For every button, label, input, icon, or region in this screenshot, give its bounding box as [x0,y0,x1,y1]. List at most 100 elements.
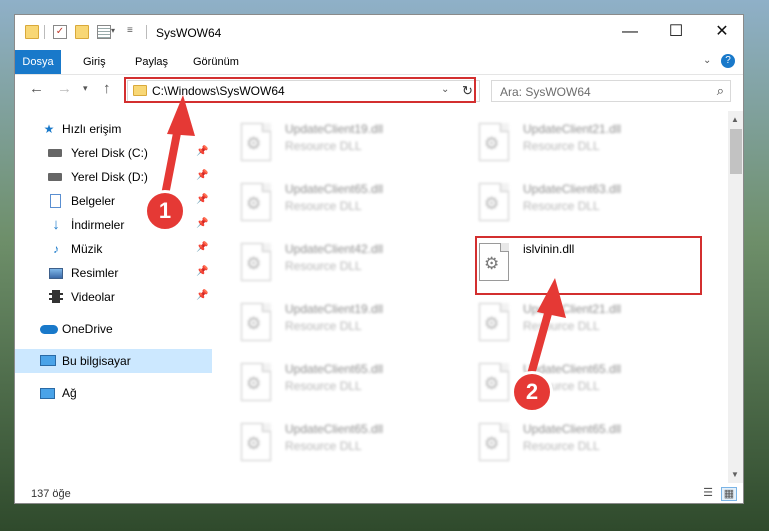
file-name: UpdateClient65.dll [523,422,622,436]
computer-icon [40,355,56,366]
file-name: UpdateClient19.dll [285,122,384,136]
search-placeholder: Ara: SysWOW64 [500,85,591,99]
pin-icon[interactable]: 📌 [196,266,208,277]
title-bar: ✓ ▾ ≡ SysWOW64 — ☐ ✕ [15,15,743,50]
file-item[interactable]: ⚙ UpdateClient65.dll Resource DLL [214,177,444,231]
star-icon: ★ [43,122,55,136]
properties-check-icon[interactable]: ✓ [53,25,67,39]
navigation-pane: ★ Hızlı erişim Yerel Disk (C:) 📌 Yerel D… [15,113,212,481]
sidebar-item-label: Yerel Disk (D:) [71,170,148,184]
sidebar-item-onedrive[interactable]: OneDrive [15,317,212,341]
chevron-down-icon[interactable]: ▾ [111,26,125,40]
file-item[interactable]: ⚙ UpdateClient21.dll Resource DLL [452,117,682,171]
details-view-icon[interactable]: ☰ [701,487,715,499]
help-icon[interactable]: ? [721,54,735,68]
dll-file-icon: ⚙ [479,183,509,221]
file-item[interactable]: ⚙ UpdateClient63.dll Resource DLL [452,177,682,231]
file-item[interactable]: ⚙ UpdateClient65.dll Resource DLL [452,417,682,471]
file-type: Resource DLL [285,259,362,273]
file-item[interactable]: ⚙ UpdateClient19.dll Resource DLL [214,297,444,351]
sidebar-item-label: Ağ [62,386,77,400]
dll-file-icon: ⚙ [241,303,271,341]
pin-icon[interactable]: 📌 [196,242,208,253]
forward-arrow-icon[interactable]: → [57,80,72,97]
sidebar-item-label: Belgeler [71,194,116,208]
sidebar-item-quick-access[interactable]: ★ Hızlı erişim [15,117,212,141]
file-item[interactable]: ⚙ UpdateClient65.dll Resource DLL [452,357,682,411]
minimize-button[interactable]: — [607,15,653,49]
drive-icon [48,173,62,181]
pin-icon[interactable]: 📌 [196,218,208,229]
tab-paylas[interactable]: Paylaş [127,50,176,74]
search-input[interactable]: Ara: SysWOW64 ⌕ [491,80,731,102]
sidebar-item-videos[interactable]: Videolar 📌 [15,285,212,309]
large-icons-view-icon[interactable]: ▦ [721,487,737,501]
expand-ribbon-icon[interactable]: ⌄ [703,55,711,66]
file-name: UpdateClient63.dll [523,182,622,196]
file-name: UpdateClient21.dll [523,122,622,136]
dll-file-icon: ⚙ [241,123,271,161]
pin-icon[interactable]: 📌 [196,146,208,157]
file-type: Resource DLL [285,319,362,333]
maximize-button[interactable]: ☐ [653,15,699,49]
file-name: UpdateClient42.dll [285,242,384,256]
file-type: Resource DLL [285,439,362,453]
sidebar-item-this-pc[interactable]: Bu bilgisayar [15,349,212,373]
recent-locations-chevron-icon[interactable]: ▾ [83,83,88,94]
file-type: Resource DLL [285,139,362,153]
separator [44,25,45,39]
search-icon[interactable]: ⌕ [717,83,724,99]
close-button[interactable]: ✕ [699,15,743,49]
address-highlight-box [124,77,476,103]
sidebar-item-local-disk-c[interactable]: Yerel Disk (C:) 📌 [15,141,212,165]
file-name: UpdateClient19.dll [285,302,384,316]
scroll-up-arrow-icon[interactable]: ▲ [731,115,739,124]
vertical-scrollbar[interactable]: ▲ ▼ [728,111,743,483]
pin-icon[interactable]: 📌 [196,170,208,181]
file-item[interactable]: ⚙ UpdateClient21.dll Resource DLL [452,297,682,351]
file-type: Resource DLL [523,139,600,153]
pin-icon[interactable]: 📌 [196,194,208,205]
sidebar-item-label: Bu bilgisayar [62,354,131,368]
sidebar-item-local-disk-d[interactable]: Yerel Disk (D:) 📌 [15,165,212,189]
scroll-down-arrow-icon[interactable]: ▼ [731,470,739,479]
file-item[interactable]: ⚙ UpdateClient42.dll Resource DLL [214,237,444,291]
file-name: UpdateClient21.dll [523,302,622,316]
file-type: Resource DLL [285,379,362,393]
file-type: Resource DLL [285,199,362,213]
up-arrow-icon[interactable]: ↑ [103,80,111,97]
file-name: UpdateClient65.dll [285,362,384,376]
customize-list-icon[interactable] [97,25,111,39]
file-type: Resource DLL [523,319,600,333]
cloud-icon [40,325,58,334]
window-title: SysWOW64 [156,26,222,40]
sidebar-item-label: OneDrive [62,322,113,336]
dll-file-icon: ⚙ [241,363,271,401]
folder-icon[interactable] [25,25,39,39]
file-item[interactable]: ⚙ UpdateClient65.dll Resource DLL [214,357,444,411]
sidebar-item-label: Resimler [71,266,119,280]
dll-file-icon: ⚙ [241,243,271,281]
file-highlight-box [475,236,702,295]
sidebar-item-pictures[interactable]: Resimler 📌 [15,261,212,285]
new-folder-icon[interactable] [75,25,89,39]
tab-dosya[interactable]: Dosya [15,50,61,74]
sidebar-item-network[interactable]: Ağ [15,381,212,405]
sidebar-item-label: Videolar [71,290,115,304]
tab-gorunum[interactable]: Görünüm [185,50,247,74]
sidebar-item-music[interactable]: ♪ Müzik 📌 [15,237,212,261]
pin-icon[interactable]: 📌 [196,290,208,301]
file-item[interactable]: ⚙ UpdateClient65.dll Resource DLL [214,417,444,471]
dll-file-icon: ⚙ [479,303,509,341]
videos-icon [49,290,63,303]
back-arrow-icon[interactable]: ← [29,80,44,97]
dll-file-icon: ⚙ [479,423,509,461]
file-type: Resource DLL [523,439,600,453]
download-icon: ↓ [52,216,60,233]
tab-giris[interactable]: Giriş [75,50,114,74]
scrollbar-thumb[interactable] [730,129,742,174]
file-item[interactable]: ⚙ UpdateClient19.dll Resource DLL [214,117,444,171]
step-2-badge: 2 [511,371,553,413]
file-name: UpdateClient65.dll [285,422,384,436]
quick-access-menu-icon[interactable]: ≡ [127,25,141,39]
